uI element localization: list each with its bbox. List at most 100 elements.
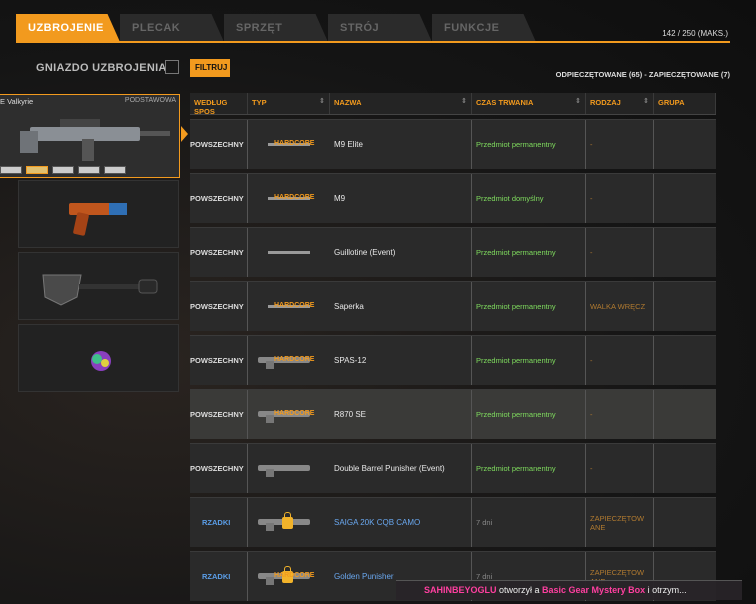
shovel-icon: HARDCORE [252, 287, 328, 327]
row-kind: - [586, 336, 654, 385]
grenade-icon [91, 351, 111, 371]
row-kind: - [586, 444, 654, 493]
notification-bar: SAHINBEYOGLU otworzył a Basic Gear Myste… [396, 580, 742, 600]
row-group [654, 444, 716, 493]
row-duration: Przedmiot permanentny [472, 282, 586, 331]
selected-slot-arrow [181, 126, 188, 142]
table-row[interactable]: POWSZECHNY HARDCORE Saperka Przedmiot pe… [190, 281, 716, 331]
row-type: HARDCORE [248, 552, 330, 601]
row-rarity: POWSZECHNY [190, 228, 248, 277]
row-name: R870 SE [330, 390, 472, 439]
notification-end: i otrzym... [645, 585, 687, 595]
type-badge: HARDCORE [274, 571, 315, 579]
col-group-header[interactable]: GRUPA [654, 93, 716, 114]
row-name: Guillotine (Event) [330, 228, 472, 277]
primary-weapon-slot[interactable]: E Valkyrie PODSTAWOWA [0, 94, 180, 178]
row-group [654, 498, 716, 547]
row-kind: WALKA WRĘCZ [586, 282, 654, 331]
col-label: WEDŁUG SPOS [194, 98, 228, 116]
col-label: RODZAJ [590, 98, 621, 107]
table-row[interactable]: POWSZECHNY HARDCORE M9 Elite Przedmiot p… [190, 119, 716, 169]
row-name: M9 [330, 174, 472, 223]
attachment-slot[interactable] [52, 166, 74, 174]
melee-weapon-slot[interactable] [18, 252, 179, 320]
row-kind: - [586, 390, 654, 439]
row-name: SPAS-12 [330, 336, 472, 385]
row-type: HARDCORE [248, 336, 330, 385]
row-kind: ZAPIECZĘTOW ANE [586, 498, 654, 547]
grenade-slot[interactable] [18, 324, 179, 392]
table-row[interactable]: POWSZECHNY Double Barrel Punisher (Event… [190, 443, 716, 493]
shotgun-icon: HARDCORE [252, 395, 328, 435]
notification-user: SAHINBEYOGLU [424, 585, 497, 595]
type-badge: HARDCORE [274, 193, 315, 201]
row-rarity: POWSZECHNY [190, 120, 248, 169]
notification-text: otworzył a [496, 585, 543, 595]
tab-plecak[interactable]: PLECAK [120, 14, 224, 42]
row-rarity: RZADKI [190, 552, 248, 601]
table-row[interactable]: POWSZECHNY Guillotine (Event) Przedmiot … [190, 227, 716, 277]
row-rarity: POWSZECHNY [190, 444, 248, 493]
col-type-header[interactable]: TYP ⇕ [248, 93, 330, 114]
attachment-slot[interactable] [104, 166, 126, 174]
row-kind: - [586, 228, 654, 277]
row-duration: 7 dni [472, 498, 586, 547]
table-row[interactable]: RZADKI SAIGA 20K CQB CAMO 7 dni ZAPIECZĘ… [190, 497, 716, 547]
shotgun-icon [252, 503, 328, 543]
seal-status: ODPIECZĘTOWANE (65) - ZAPIECZĘTOWANE (7) [555, 70, 730, 79]
row-duration: Przedmiot permanentny [472, 228, 586, 277]
row-rarity: POWSZECHNY [190, 336, 248, 385]
knife-icon: HARDCORE [252, 125, 328, 165]
tab-uzbrojenie[interactable]: UZBROJENIE [16, 14, 120, 42]
row-type [248, 228, 330, 277]
row-group [654, 228, 716, 277]
row-duration: Przedmiot permanentny [472, 336, 586, 385]
weapon-table: WEDŁUG SPOS TYP ⇕ NAZWA ⇕ CZAS TRWANIA ⇕ RO… [190, 93, 716, 601]
table-row[interactable]: POWSZECHNY HARDCORE SPAS-12 Przedmiot pe… [190, 335, 716, 385]
slot-weapon-tag: PODSTAWOWA [124, 97, 176, 104]
attachment-slot[interactable] [78, 166, 100, 174]
row-name: Saperka [330, 282, 472, 331]
expand-icon[interactable] [165, 60, 179, 74]
knife-icon: HARDCORE [252, 179, 328, 219]
table-row[interactable]: POWSZECHNY HARDCORE M9 Przedmiot domyśln… [190, 173, 716, 223]
row-group [654, 390, 716, 439]
row-rarity: POWSZECHNY [190, 174, 248, 223]
slot-title: GNIAZDO UZBROJENIA [36, 62, 167, 74]
shotgun-icon: HARDCORE [252, 557, 328, 597]
row-duration: Przedmiot permanentny [472, 444, 586, 493]
row-rarity: RZADKI [190, 498, 248, 547]
row-type: HARDCORE [248, 390, 330, 439]
table-header: WEDŁUG SPOS TYP ⇕ NAZWA ⇕ CZAS TRWANIA ⇕ RO… [190, 93, 716, 116]
col-rarity-header[interactable]: WEDŁUG SPOS [190, 93, 248, 116]
type-badge: HARDCORE [274, 355, 315, 363]
filter-button[interactable]: FILTRUJ [190, 59, 230, 77]
notification-item: Basic Gear Mystery Box [542, 585, 646, 595]
secondary-weapon-slot[interactable] [18, 180, 179, 248]
col-duration-header[interactable]: CZAS TRWANIA ⇕ [472, 93, 586, 114]
col-label: CZAS TRWANIA [476, 98, 534, 107]
pistol-icon [69, 203, 127, 236]
attachment-slot[interactable] [26, 166, 48, 174]
attachment-bar [0, 166, 126, 174]
sort-icon: ⇕ [319, 98, 325, 105]
shovel-icon [42, 274, 158, 306]
row-group [654, 120, 716, 169]
inventory-capacity: 142 / 250 (MAKS.) [662, 29, 728, 38]
tab-funkcje[interactable]: FUNKCJE [432, 14, 536, 42]
row-type [248, 498, 330, 547]
col-kind-header[interactable]: RODZAJ ⇕ [586, 93, 654, 114]
row-duration: Przedmiot permanentny [472, 120, 586, 169]
tab-sprzet[interactable]: SPRZĘT [224, 14, 328, 42]
row-type: HARDCORE [248, 120, 330, 169]
row-kind: - [586, 120, 654, 169]
attachment-slot[interactable] [0, 166, 22, 174]
row-group [654, 336, 716, 385]
type-badge: HARDCORE [274, 409, 315, 417]
tab-stroj[interactable]: STRÓJ [328, 14, 432, 42]
table-row-selected[interactable]: POWSZECHNY HARDCORE R870 SE Przedmiot pe… [190, 389, 716, 439]
tab-bar: UZBROJENIE PLECAK SPRZĘT STRÓJ FUNKCJE [16, 14, 536, 42]
col-name-header[interactable]: NAZWA ⇕ [330, 93, 472, 114]
row-group [654, 174, 716, 223]
row-rarity: POWSZECHNY [190, 282, 248, 331]
